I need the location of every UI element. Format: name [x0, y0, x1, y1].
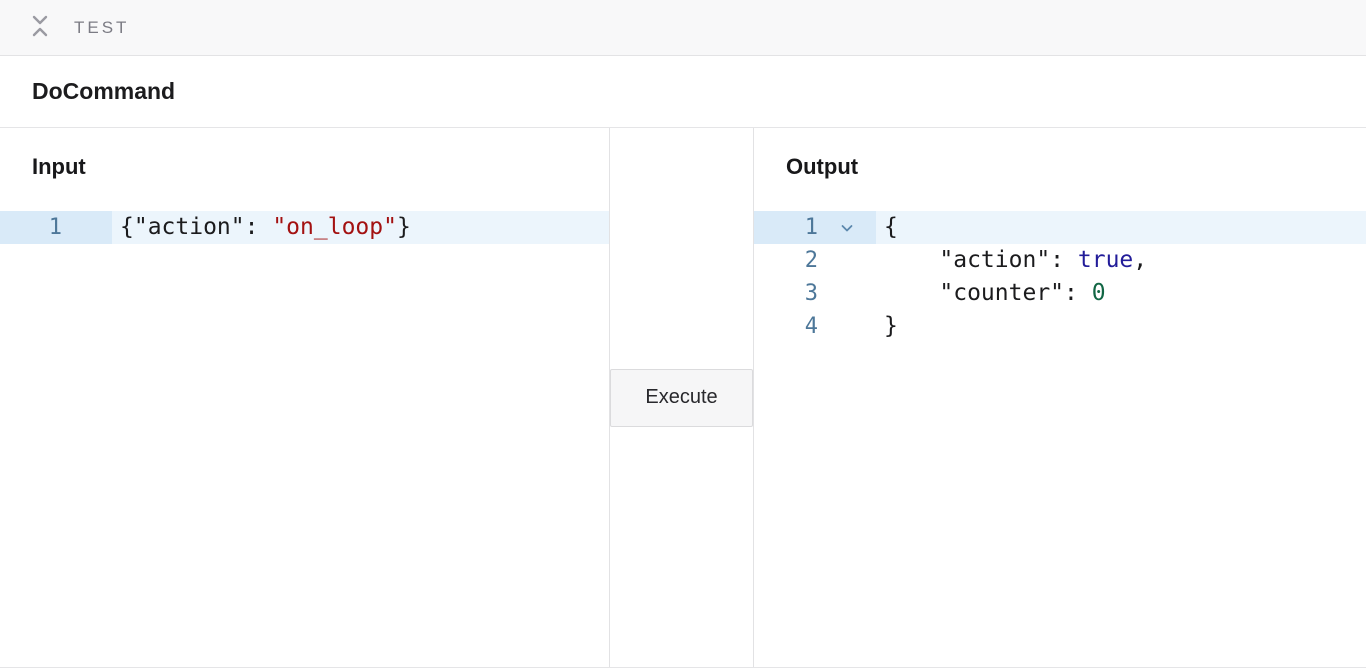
section-label: TEST: [74, 18, 129, 38]
line-number: 1: [0, 211, 62, 244]
page-title: DoCommand: [32, 78, 175, 105]
editor-line[interactable]: 2 "action": true,: [754, 244, 1366, 277]
editor-gutter: 1: [754, 211, 876, 244]
collapse-section-button[interactable]: [30, 14, 50, 42]
line-number: 2: [754, 244, 818, 277]
code-token-plain: "counter":: [884, 280, 1092, 306]
input-editor[interactable]: 1 {"action": "on_loop"}: [0, 211, 609, 244]
code-token-bool: true: [1078, 247, 1133, 273]
fold-chevron-down-icon[interactable]: [818, 211, 876, 244]
command-title-row: DoCommand: [0, 56, 1366, 128]
editor-gutter: 1: [0, 211, 112, 244]
line-number: 1: [754, 211, 818, 244]
code-token-plain: }: [397, 214, 411, 240]
test-panel: TEST DoCommand Input 1{"action": "on_loo…: [0, 0, 1366, 668]
code-token-plain: }: [884, 313, 898, 339]
fold-gutter-spacer: [818, 310, 876, 343]
code-token-plain: {: [884, 214, 898, 240]
fold-gutter-spacer: [62, 211, 112, 244]
code-line: }: [876, 310, 898, 343]
editor-line[interactable]: 4}: [754, 310, 1366, 343]
code-line: {: [876, 211, 898, 244]
code-token-plain: "action":: [884, 247, 1078, 273]
output-panel-title: Output: [786, 154, 1366, 180]
code-token-number: 0: [1092, 280, 1106, 306]
collapse-vertical-icon: [30, 12, 50, 43]
output-panel: Output 1{2 "action": true,3 "counter": 0…: [754, 128, 1366, 667]
fold-gutter-spacer: [818, 277, 876, 310]
editor-line[interactable]: 1{: [754, 211, 1366, 244]
code-line: {"action": "on_loop"}: [112, 211, 411, 244]
input-panel-title: Input: [32, 154, 609, 180]
execute-button[interactable]: Execute: [610, 369, 753, 427]
middle-column: Execute: [610, 128, 754, 667]
code-token-plain: ,: [1133, 247, 1147, 273]
line-number: 4: [754, 310, 818, 343]
input-panel: Input 1 {"action": "on_loop"}: [0, 128, 610, 667]
output-editor[interactable]: 1{2 "action": true,3 "counter": 04}: [754, 211, 1366, 343]
editor-gutter: 3: [754, 277, 876, 310]
code-token-plain: {"action":: [120, 214, 272, 240]
code-line: "counter": 0: [876, 277, 1106, 310]
editor-gutter: 2: [754, 244, 876, 277]
test-section-header: TEST: [0, 0, 1366, 56]
main-area: Input 1{"action": "on_loop"} Execute Out…: [0, 128, 1366, 668]
code-line: "action": true,: [876, 244, 1147, 277]
code-token-string: "on_loop": [272, 214, 397, 240]
fold-gutter-spacer: [818, 244, 876, 277]
editor-line[interactable]: 3 "counter": 0: [754, 277, 1366, 310]
editor-line[interactable]: 1 {"action": "on_loop"}: [0, 211, 609, 244]
line-number: 3: [754, 277, 818, 310]
editor-gutter: 4: [754, 310, 876, 343]
